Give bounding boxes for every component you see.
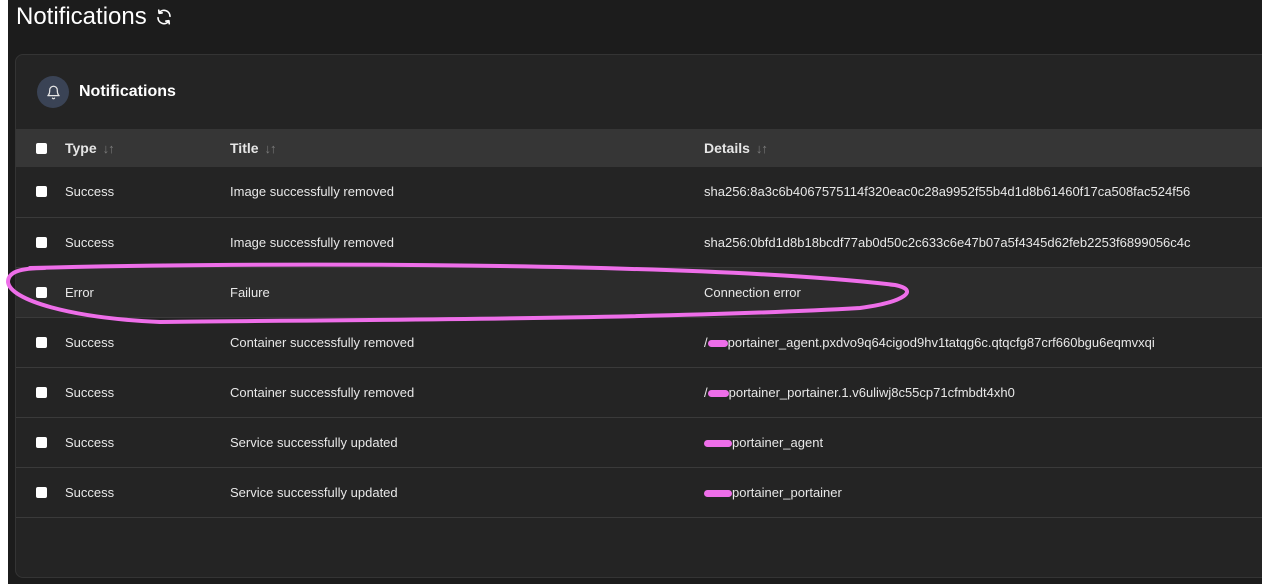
row-checkbox[interactable] — [36, 486, 47, 498]
row-type: Success — [65, 484, 115, 500]
row-checkbox[interactable] — [36, 336, 47, 348]
row-checkbox[interactable] — [36, 236, 47, 248]
bell-icon — [37, 76, 69, 108]
table-row[interactable]: Success Service successfully updated por… — [16, 467, 1262, 517]
row-title: Failure — [230, 284, 270, 300]
row-title: Container successfully removed — [230, 334, 415, 350]
redaction-mark — [704, 439, 732, 447]
row-title: Container successfully removed — [230, 384, 415, 400]
row-checkbox[interactable] — [36, 286, 47, 298]
row-type: Success — [65, 184, 115, 200]
table-row[interactable]: Success Image successfully removed sha25… — [16, 167, 1262, 217]
row-details: portainer_agent.pxdvo9q64cigod9hv1tatqg6… — [727, 334, 1155, 350]
table-row[interactable]: Success Container successfully removed /… — [16, 367, 1262, 417]
row-details-cell: portainer_agent — [704, 417, 1262, 467]
row-title: Image successfully removed — [230, 234, 395, 250]
row-details: sha256:8a3c6b4067575114f320eac0c28a9952f… — [704, 184, 1191, 200]
refresh-icon[interactable] — [155, 8, 173, 26]
table-row[interactable]: Error Failure Connection error — [16, 267, 1262, 317]
row-details-cell: / portainer_portainer.1.v6uliwj8c55cp71cf… — [704, 367, 1262, 417]
row-type: Success — [65, 434, 115, 450]
sort-icon[interactable]: ↓↑ — [265, 141, 277, 156]
table-row[interactable]: Success Container successfully removed /… — [16, 317, 1262, 367]
row-title: Service successfully updated — [230, 434, 398, 450]
column-header-type[interactable]: Type ↓↑ — [65, 129, 230, 167]
row-type: Error — [65, 284, 94, 300]
row-details-cell: portainer_portainer — [704, 467, 1262, 517]
table-header-row: Type ↓↑ Title ↓↑ Details ↓↑ — [16, 129, 1262, 167]
row-details: sha256:0bfd1d8b18bcdf77ab0d50c2c633c6e47… — [704, 234, 1191, 250]
row-details: Connection error — [704, 284, 801, 300]
notifications-card: Notifications Type ↓↑ Title ↓↑ Details ↓↑ — [15, 54, 1262, 578]
page-title: Notifications — [16, 3, 147, 30]
card-title: Notifications — [79, 83, 176, 100]
row-details: portainer_portainer — [732, 484, 842, 500]
table-row[interactable]: Success Image successfully removed sha25… — [16, 217, 1262, 267]
sort-icon[interactable]: ↓↑ — [103, 141, 115, 156]
row-title: Image successfully removed — [230, 184, 395, 200]
notifications-table: Type ↓↑ Title ↓↑ Details ↓↑ Success Image s… — [16, 129, 1262, 518]
row-type: Success — [65, 234, 115, 250]
row-checkbox[interactable] — [36, 186, 47, 198]
redaction-mark — [707, 389, 729, 397]
card-header: Notifications — [16, 55, 1262, 129]
left-edge-strip — [0, 0, 8, 584]
row-title: Service successfully updated — [230, 484, 398, 500]
row-checkbox[interactable] — [36, 436, 47, 448]
row-type: Success — [65, 384, 115, 400]
redaction-mark — [704, 489, 732, 497]
page-header: Notifications — [16, 0, 173, 34]
row-type: Success — [65, 334, 115, 350]
row-details-cell: / portainer_agent.pxdvo9q64cigod9hv1tatqg… — [704, 317, 1262, 367]
table-row[interactable]: Success Service successfully updated por… — [16, 417, 1262, 467]
row-details: portainer_agent — [732, 434, 824, 450]
redaction-mark — [707, 339, 728, 347]
select-all-checkbox[interactable] — [36, 142, 47, 154]
column-header-details[interactable]: Details ↓↑ — [704, 129, 1262, 167]
row-details: portainer_portainer.1.v6uliwj8c55cp71cfm… — [728, 384, 1015, 400]
row-checkbox[interactable] — [36, 386, 47, 398]
column-header-title[interactable]: Title ↓↑ — [230, 129, 704, 167]
sort-icon[interactable]: ↓↑ — [756, 141, 768, 156]
